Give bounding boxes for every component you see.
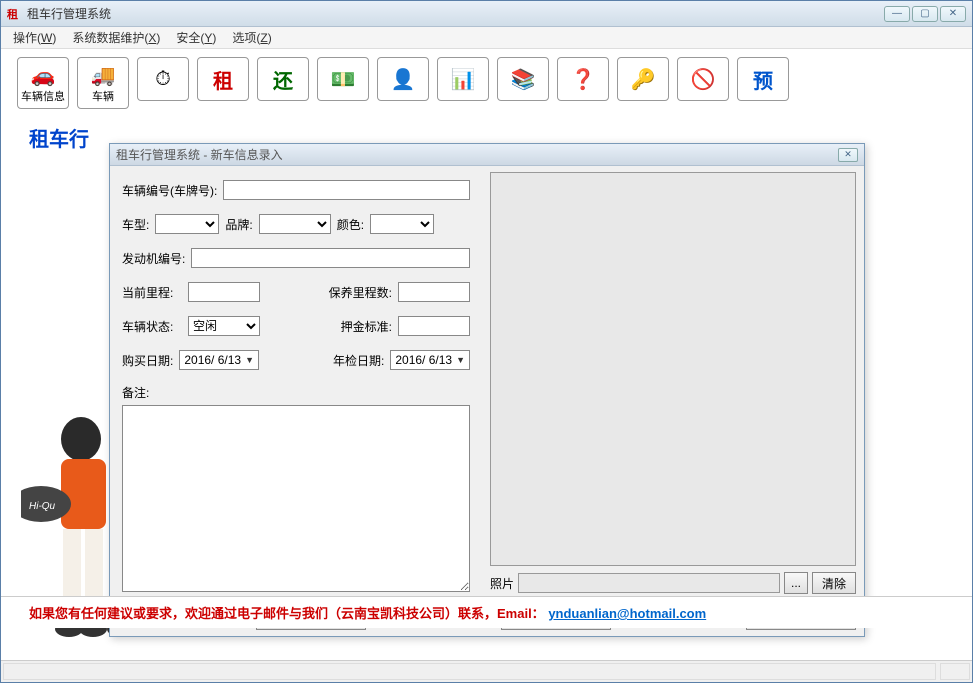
notes-label: 备注: [122,384,149,401]
menu-security[interactable]: 安全(Y) [168,27,224,48]
buy-date-label: 购买日期: [122,352,173,369]
tool-return[interactable]: 还 [257,57,309,101]
main-titlebar: 租 租车行管理系统 — ▢ ✕ [1,1,972,27]
close-button[interactable]: ✕ [940,6,966,22]
truck-icon: 🚚 [91,63,116,88]
dialog-form-panel: 车辆编号(车牌号): 车型: 品牌: 颜色: 发动机编号: [110,166,482,600]
status-cell [940,663,970,680]
tool-rent[interactable]: 租 [197,57,249,101]
notes-textarea[interactable] [122,405,470,592]
maximize-button[interactable]: ▢ [912,6,938,22]
svg-text:Hi-Qu: Hi-Qu [29,501,56,512]
maint-mileage-label: 保养里程数: [329,284,392,301]
engine-input[interactable] [191,248,470,268]
deposit-input[interactable] [398,316,470,336]
color-label: 颜色: [337,216,364,233]
vehicle-no-label: 车辆编号(车牌号): [122,182,217,199]
engine-label: 发动机编号: [122,250,185,267]
tool-label: 车辆 [92,88,114,104]
tool-report[interactable]: 📊 [437,57,489,101]
stop-icon: 🚫 [691,67,716,92]
buy-date-picker[interactable]: 2016/ 6/13 ▼ [179,350,259,370]
user-icon: 👤 [391,67,416,92]
mileage-label: 当前里程: [122,284,182,301]
type-select[interactable] [155,214,219,234]
menubar: 操作(W) 系统数据维护(X) 安全(Y) 选项(Z) [1,27,972,49]
footer-message: 如果您有任何建议或要求，欢迎通过电子邮件与我们（云南宝凯科技公司）联系，Emai… [1,596,972,628]
color-select[interactable] [370,214,434,234]
app-icon: 租 [7,6,23,22]
inspect-date-label: 年检日期: [333,352,384,369]
clear-photo-button[interactable]: 清除 [812,572,856,594]
statusbar [1,660,972,682]
mileage-input[interactable] [188,282,260,302]
tool-books[interactable]: 📚 [497,57,549,101]
tool-key[interactable]: 🔑 [617,57,669,101]
contact-email-link[interactable]: ynduanlian@hotmail.com [548,606,706,621]
maint-mileage-input[interactable] [398,282,470,302]
brand-select[interactable] [259,214,331,234]
dialog-titlebar: 租车行管理系统 - 新车信息录入 ✕ [110,144,864,166]
status-label: 车辆状态: [122,318,182,335]
money-icon: 💵 [331,67,356,92]
tool-clock[interactable]: ⏱ [137,57,189,101]
toolbar: 🚗 车辆信息 🚚 车辆 ⏱ 租 还 💵 👤 📊 📚 ❓ 🔑 🚫 预 [1,49,972,109]
dialog-photo-panel: 照片 ... 清除 [482,166,864,600]
books-icon: 📚 [511,67,536,92]
menu-system-data[interactable]: 系统数据维护(X) [64,27,168,48]
menu-operation[interactable]: 操作(W) [5,27,64,48]
status-cell [3,663,936,680]
app-title: 租车行 [29,123,89,152]
return-icon: 还 [273,65,293,94]
tool-stop[interactable]: 🚫 [677,57,729,101]
main-content: 🚗 车辆信息 🚚 车辆 ⏱ 租 还 💵 👤 📊 📚 ❓ 🔑 🚫 预 租车行 [1,49,972,658]
photo-preview [490,172,856,566]
rent-icon: 租 [213,65,233,94]
browse-button[interactable]: ... [784,572,808,594]
tool-vehicle[interactable]: 🚚 车辆 [77,57,129,109]
chevron-down-icon: ▼ [456,355,465,365]
tool-vehicle-info[interactable]: 🚗 车辆信息 [17,57,69,109]
tool-label: 车辆信息 [21,88,65,104]
tool-money[interactable]: 💵 [317,57,369,101]
vehicle-no-input[interactable] [223,180,470,200]
inspect-date-picker[interactable]: 2016/ 6/13 ▼ [390,350,470,370]
minimize-button[interactable]: — [884,6,910,22]
help-icon: ❓ [571,67,596,92]
dialog-title: 租车行管理系统 - 新车信息录入 [116,146,838,163]
brand-label: 品牌: [225,216,252,233]
tool-user[interactable]: 👤 [377,57,429,101]
type-label: 车型: [122,216,149,233]
tool-reserve[interactable]: 预 [737,57,789,101]
photo-label: 照片 [490,575,514,592]
key-icon: 🔑 [631,67,656,92]
reserve-icon: 预 [753,65,773,94]
dialog-close-button[interactable]: ✕ [838,148,858,162]
new-vehicle-dialog: 租车行管理系统 - 新车信息录入 ✕ 车辆编号(车牌号): 车型: 品牌: 颜色… [109,143,865,637]
status-select[interactable]: 空闲 [188,316,260,336]
car-icon: 🚗 [31,63,56,88]
clock-icon: ⏱ [155,68,171,91]
deposit-label: 押金标准: [341,318,392,335]
window-title: 租车行管理系统 [27,5,884,22]
menu-options[interactable]: 选项(Z) [224,27,279,48]
chart-icon: 📊 [451,67,476,92]
chevron-down-icon: ▼ [245,355,254,365]
main-window: 租 租车行管理系统 — ▢ ✕ 操作(W) 系统数据维护(X) 安全(Y) 选项… [0,0,973,683]
tool-help[interactable]: ❓ [557,57,609,101]
photo-path-display [518,573,780,593]
